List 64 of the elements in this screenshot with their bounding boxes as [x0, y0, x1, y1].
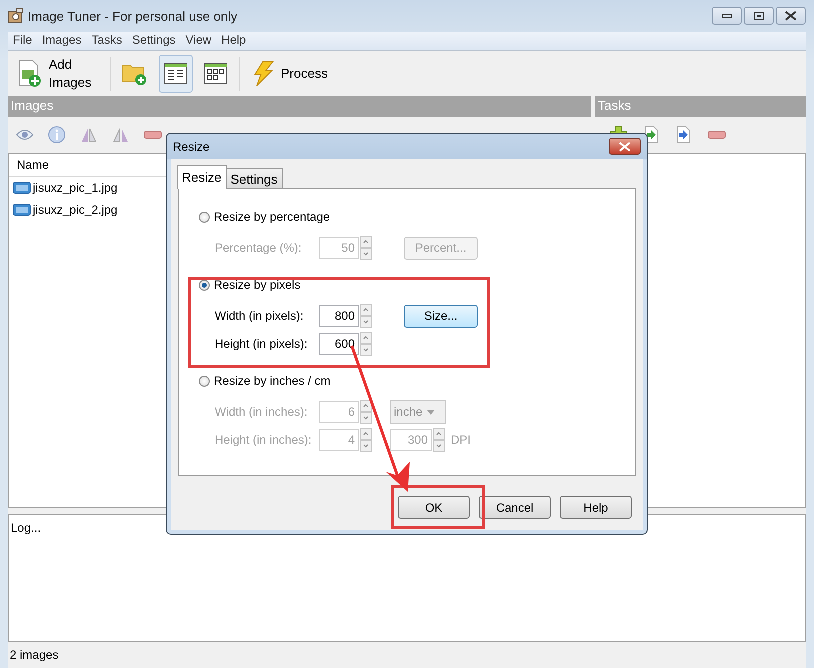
spin-arrows-icon[interactable]: [360, 236, 372, 260]
number-field[interactable]: 600: [319, 333, 359, 355]
toolbar-button[interactable]: Add Images: [12, 54, 104, 92]
close-button[interactable]: [609, 138, 641, 155]
spin-arrows-icon[interactable]: [360, 304, 372, 328]
menu-item[interactable]: Tasks: [86, 32, 128, 50]
document-icon[interactable]: [644, 126, 660, 144]
menu-item[interactable]: Help: [216, 32, 252, 50]
close-icon: [785, 11, 797, 21]
menu-item[interactable]: Images: [37, 32, 87, 50]
number-field[interactable]: 800: [319, 305, 359, 327]
thumbnail-view-icon: [204, 62, 228, 84]
spin-arrows-icon[interactable]: [433, 428, 445, 452]
dialog-button[interactable]: Help: [560, 496, 632, 519]
caret-icon: [426, 410, 435, 414]
eye-icon[interactable]: [16, 129, 34, 141]
size-button[interactable]: Size...: [404, 304, 478, 328]
image-file-icon: [13, 181, 31, 195]
dialog-button[interactable]: OK: [398, 496, 470, 519]
flip-icon[interactable]: [80, 126, 98, 144]
dpi-label: DPI: [451, 433, 472, 447]
spin-arrows-icon[interactable]: [360, 332, 372, 356]
tab[interactable]: Settings: [226, 168, 283, 189]
file-name[interactable]: jisuxz_pic_1.jpg: [33, 181, 118, 195]
field-label: Width (in inches):: [215, 405, 309, 419]
status-text: 2 images: [10, 648, 59, 662]
radio-button[interactable]: Resize by pixels: [199, 275, 301, 295]
close-icon: [619, 142, 631, 152]
app-icon: [8, 8, 24, 24]
add-image-icon: [17, 60, 43, 88]
remove-icon[interactable]: [144, 131, 162, 139]
document-icon[interactable]: [676, 126, 692, 144]
toolbar-button[interactable]: [159, 54, 193, 92]
radio-button[interactable]: Resize by inches / cm: [199, 371, 331, 391]
dialog-title: Resize: [173, 140, 210, 154]
field-label: Width (in pixels):: [215, 309, 305, 323]
image-file-icon: [13, 203, 31, 217]
remove-icon[interactable]: [708, 131, 726, 139]
file-name[interactable]: jisuxz_pic_2.jpg: [33, 203, 118, 217]
list-view-icon: [164, 62, 188, 84]
maximize-button[interactable]: [744, 7, 774, 25]
spin-arrows-icon[interactable]: [360, 428, 372, 452]
column-header[interactable]: Name: [17, 158, 50, 172]
toolbar-button[interactable]: Process: [246, 54, 333, 92]
radio-button[interactable]: Resize by percentage: [199, 207, 330, 227]
log-text: Log...: [11, 521, 42, 535]
close-button[interactable]: [776, 7, 806, 25]
menu-item[interactable]: View: [180, 32, 217, 50]
field-label: Percentage (%):: [215, 241, 303, 255]
info-icon[interactable]: [48, 126, 66, 144]
dialog-button[interactable]: Cancel: [479, 496, 551, 519]
panel-header: Images: [8, 96, 591, 117]
panel-header: Tasks: [595, 96, 806, 117]
minimize-button[interactable]: [712, 7, 742, 25]
spin-arrows-icon[interactable]: [360, 400, 372, 424]
field-label: Height (in inches):: [215, 433, 313, 447]
tab[interactable]: Resize: [177, 165, 227, 189]
window-title: Image Tuner - For personal use only: [28, 8, 238, 24]
flip-icon[interactable]: [112, 126, 130, 144]
maximize-icon: [754, 12, 764, 20]
minimize-icon: [722, 14, 732, 18]
menu-item[interactable]: File: [8, 32, 38, 50]
menu-item[interactable]: Settings: [127, 32, 181, 50]
field-label: Height (in pixels):: [215, 337, 309, 351]
